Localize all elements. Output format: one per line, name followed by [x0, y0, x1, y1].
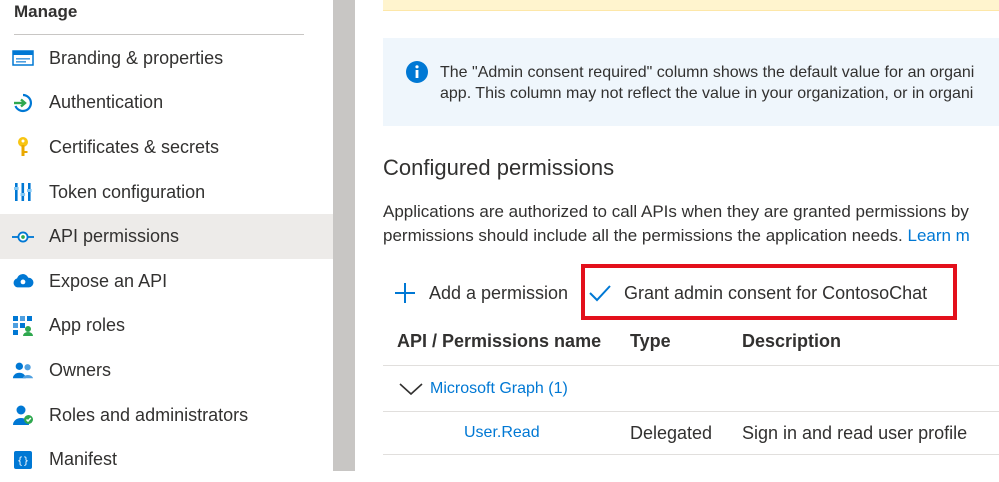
sidebar: Manage Branding & properties Authenticat… [0, 0, 333, 471]
key-icon [12, 136, 34, 158]
sidebar-heading: Manage [14, 2, 78, 21]
manifest-icon: {} [12, 449, 34, 471]
sidebar-divider [14, 34, 304, 35]
add-permission-button[interactable]: Add a permission [393, 277, 568, 309]
token-icon [12, 181, 34, 203]
sidebar-item-certificates[interactable]: Certificates & secrets [0, 125, 333, 170]
sidebar-item-app-roles[interactable]: App roles [0, 304, 333, 349]
learn-more-link[interactable]: Learn m [907, 226, 969, 245]
sidebar-item-label: Manifest [49, 449, 118, 470]
column-header-description[interactable]: Description [742, 331, 841, 352]
api-permissions-icon [12, 226, 34, 248]
table-row: User.Read Delegated Sign in and read use… [383, 411, 999, 455]
column-header-api-name[interactable]: API / Permissions name [397, 331, 601, 352]
info-text-line: app. This column may not reflect the val… [440, 85, 974, 102]
authentication-icon [12, 92, 34, 114]
info-text: The "Admin consent required" column show… [440, 62, 974, 104]
checkmark-icon [588, 281, 612, 305]
sidebar-item-owners[interactable]: Owners [0, 348, 333, 393]
description-line: Applications are authorized to call APIs… [383, 202, 969, 221]
warning-banner [383, 0, 999, 11]
sidebar-item-label: Roles and administrators [49, 404, 249, 425]
permission-name-link[interactable]: User.Read [464, 424, 540, 442]
svg-text:{}: {} [17, 456, 29, 467]
section-description: Applications are authorized to call APIs… [383, 200, 970, 248]
sidebar-item-expose-api[interactable]: Expose an API [0, 259, 333, 304]
table-group-microsoft-graph[interactable]: Microsoft Graph (1) [383, 366, 999, 411]
group-label: Microsoft Graph (1) [430, 379, 568, 397]
sidebar-item-label: Token configuration [49, 181, 206, 202]
permission-description: Sign in and read user profile [742, 423, 968, 443]
column-header-type[interactable]: Type [630, 331, 671, 352]
sidebar-item-label: Owners [49, 359, 112, 380]
sidebar-item-manifest[interactable]: {} Manifest [0, 437, 333, 482]
description-text: permissions should include all the permi… [383, 226, 903, 245]
grant-admin-consent-label: Grant admin consent for ContosoChat [624, 282, 928, 303]
grant-admin-consent-button[interactable]: Grant admin consent for ContosoChat [588, 277, 927, 309]
description-line: permissions should include all the permi… [383, 224, 970, 248]
plus-icon [393, 281, 417, 305]
permission-type: Delegated [630, 423, 713, 443]
info-text-line: The "Admin consent required" column show… [440, 64, 975, 81]
main-content: The "Admin consent required" column show… [355, 0, 999, 471]
sidebar-item-label: App roles [49, 315, 126, 336]
section-title: Configured permissions [383, 155, 615, 180]
cloud-icon [12, 270, 34, 292]
sidebar-item-branding[interactable]: Branding & properties [0, 36, 333, 81]
nav-list: Branding & properties Authentication Cer… [0, 36, 333, 482]
sidebar-item-roles-administrators[interactable]: Roles and administrators [0, 393, 333, 438]
sidebar-item-token-configuration[interactable]: Token configuration [0, 170, 333, 215]
sidebar-item-api-permissions[interactable]: API permissions [0, 214, 333, 259]
app-roles-icon [12, 315, 34, 337]
add-permission-label: Add a permission [429, 282, 569, 303]
chevron-down-icon [398, 380, 424, 398]
info-banner: The "Admin consent required" column show… [383, 38, 999, 126]
branding-icon [12, 47, 34, 69]
sidebar-item-authentication[interactable]: Authentication [0, 81, 333, 126]
sidebar-item-label: API permissions [49, 226, 180, 247]
info-icon [405, 60, 429, 84]
sidebar-item-label: Authentication [49, 92, 164, 113]
roles-admin-icon [12, 404, 34, 426]
sidebar-item-label: Branding & properties [49, 47, 224, 68]
owners-icon [12, 359, 34, 381]
panel-resize-gutter[interactable] [333, 0, 355, 471]
sidebar-item-label: Certificates & secrets [49, 136, 220, 157]
sidebar-item-label: Expose an API [49, 270, 168, 291]
table-row-divider [383, 454, 999, 455]
